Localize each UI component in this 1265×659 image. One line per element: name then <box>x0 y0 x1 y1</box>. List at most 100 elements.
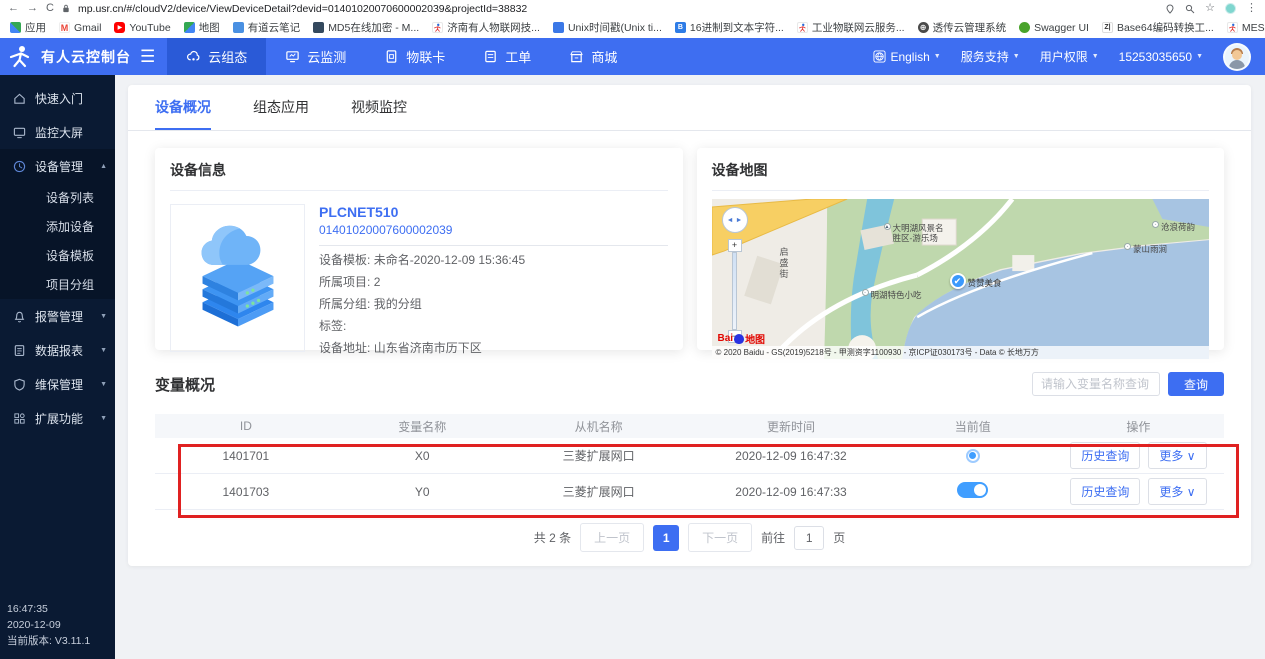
nav-tab-sim[interactable]: 物联卡 <box>365 38 464 75</box>
goto-page-input[interactable] <box>794 526 824 550</box>
tab-device-overview[interactable]: 设备概况 <box>155 85 211 130</box>
more-dropdown-button[interactable]: 更多 ∨ <box>1148 442 1206 469</box>
goto-suffix: 页 <box>833 529 845 546</box>
bookmark-youdao[interactable]: 有道云笔记 <box>233 20 301 35</box>
device-info-title: 设备信息 <box>170 160 668 191</box>
sidebar-item-device-list[interactable]: 设备列表 <box>0 183 115 212</box>
bookmark-iiot[interactable]: 工业物联网云服务... <box>797 20 905 35</box>
swagger-icon <box>1019 22 1030 33</box>
sidebar-footer: 16:47:35 2020-12-09 当前版本: V3.11.1 <box>7 601 90 649</box>
forward-icon[interactable]: → <box>27 3 38 14</box>
tab-scada-app[interactable]: 组态应用 <box>253 85 309 130</box>
sidebar-item-quickstart[interactable]: 快速入门 <box>0 81 115 115</box>
bookmark-maps[interactable]: 地图 <box>184 20 220 35</box>
next-page-button[interactable]: 下一页 <box>688 523 752 552</box>
more-dropdown-button[interactable]: 更多 ∨ <box>1148 478 1206 505</box>
total-count: 共 2 条 <box>534 529 571 546</box>
browser-profile-avatar[interactable] <box>1225 3 1236 14</box>
hex-icon: B <box>675 22 686 33</box>
road-label: 启盛街 <box>778 247 791 280</box>
gmail-icon: M <box>59 22 70 33</box>
history-query-button[interactable]: 历史查询 <box>1070 442 1140 469</box>
unix-timestamp-icon <box>553 22 564 33</box>
chrome-menu-icon[interactable]: ⋮ <box>1246 3 1257 14</box>
bookmark-usr-tech[interactable]: 济南有人物联网技... <box>432 20 540 35</box>
bookmark-youtube[interactable]: ▶YouTube <box>114 22 170 34</box>
device-id[interactable]: 01401020007600002039 <box>319 223 668 246</box>
history-query-button[interactable]: 历史查询 <box>1070 478 1140 505</box>
refresh-icon[interactable]: C <box>46 3 54 14</box>
sidebar-item-project-group[interactable]: 项目分组 <box>0 270 115 299</box>
cell-slave-name: 三菱扩展网口 <box>508 483 690 500</box>
sidebar-item-device-template[interactable]: 设备模板 <box>0 241 115 270</box>
home-icon <box>13 92 26 105</box>
variable-search-input[interactable] <box>1032 372 1160 396</box>
app-title: 有人云控制台 <box>41 47 131 67</box>
sidebar-item-extensions[interactable]: 扩展功能▼ <box>0 401 115 435</box>
md5-icon <box>313 22 324 33</box>
usr-person-icon <box>432 22 443 33</box>
query-button[interactable]: 查询 <box>1168 372 1224 396</box>
work-order-icon <box>483 49 498 64</box>
sidebar-item-maintenance[interactable]: 维保管理▼ <box>0 367 115 401</box>
bookmark-swagger[interactable]: Swagger UI <box>1019 22 1089 34</box>
user-avatar[interactable] <box>1223 43 1251 71</box>
youdao-icon <box>233 22 244 33</box>
support-menu[interactable]: 服务支持▼ <box>961 48 1020 65</box>
monitor-icon <box>285 49 300 64</box>
bookmark-mes[interactable]: MES | 有人物联网 <box>1227 20 1265 35</box>
bookmark-apps[interactable]: 应用 <box>10 20 46 35</box>
account-menu[interactable]: 15253035650▼ <box>1119 50 1203 64</box>
bookmark-md5[interactable]: MD5在线加密 - M... <box>313 20 419 35</box>
nav-tab-workorder[interactable]: 工单 <box>464 38 550 75</box>
chevron-down-icon: ▼ <box>100 313 107 320</box>
back-icon[interactable]: ← <box>8 3 19 14</box>
cell-var-name: Y0 <box>337 485 508 499</box>
bookmark-hex[interactable]: B16进制到文本字符... <box>675 20 784 35</box>
language-selector[interactable]: English▼ <box>873 50 940 64</box>
sidebar-item-bigscreen[interactable]: 监控大屏 <box>0 115 115 149</box>
map-pan-control[interactable]: ◄ ► <box>722 207 748 233</box>
sidebar-item-device-mgmt[interactable]: 设备管理 ▲ <box>0 149 115 183</box>
collapse-menu-icon[interactable]: ☰ <box>140 48 155 65</box>
device-location-marker[interactable]: ✔ <box>950 273 966 289</box>
detail-tabs: 设备概况 组态应用 视频监控 <box>128 85 1251 131</box>
zoom-icon[interactable] <box>1185 4 1195 14</box>
app-navbar: 有人云控制台 ☰ 云组态 云监测 物联卡 工单 商城 English▼ 服务支持… <box>0 38 1265 75</box>
big-screen-icon <box>13 126 26 139</box>
nav-tab-mall[interactable]: 商城 <box>550 38 636 75</box>
baidu-map[interactable]: ▲大明湖风景名胜区-游乐场 ◦沧浪荷韵 ◦蒙山雨涧 ◦明湖特色小吃 启盛街 ✔ … <box>712 199 1210 359</box>
star-bookmark-icon[interactable]: ☆ <box>1205 3 1215 14</box>
value-toggle-on[interactable] <box>957 482 988 498</box>
value-radio-indicator[interactable] <box>966 449 980 463</box>
poi-zanzan: 赞赞美食 <box>968 277 1002 289</box>
language-globe-icon <box>873 50 886 63</box>
bookmark-base64[interactable]: Z|Base64编码转换工... <box>1102 20 1214 35</box>
cell-updated: 2020-12-09 16:47:33 <box>689 485 892 499</box>
lock-icon <box>62 4 70 13</box>
map-zoom-in-button[interactable]: + <box>728 239 742 252</box>
bookmark-gmail[interactable]: MGmail <box>59 22 101 34</box>
sidebar-item-add-device[interactable]: 添加设备 <box>0 212 115 241</box>
nav-tab-monitor[interactable]: 云监测 <box>266 38 365 75</box>
baidu-paw-icon <box>734 334 744 344</box>
prev-page-button[interactable]: 上一页 <box>580 523 644 552</box>
maps-icon <box>184 22 195 33</box>
permission-menu[interactable]: 用户权限▼ <box>1040 48 1099 65</box>
sidebar-item-alarm[interactable]: 报警管理▼ <box>0 299 115 333</box>
sidebar: 快速入门 监控大屏 设备管理 ▲ 设备列表 添加设备 设备模板 项目分组 报警管… <box>0 75 115 659</box>
sidebar-item-report[interactable]: 数据报表▼ <box>0 333 115 367</box>
device-name[interactable]: PLCNET510 <box>319 204 668 220</box>
extensions-grid-icon <box>13 412 26 425</box>
map-zoom-slider[interactable] <box>732 252 737 330</box>
cloud-icon <box>186 49 201 64</box>
url-text[interactable]: mp.usr.cn/#/cloudV2/device/ViewDeviceDet… <box>78 3 527 15</box>
bookmark-passthrough[interactable]: ⊕透传云管理系统 <box>918 20 1007 35</box>
bookmark-unix[interactable]: Unix时间戳(Unix ti... <box>553 20 662 35</box>
tab-video-monitor[interactable]: 视频监控 <box>351 85 407 130</box>
nav-tab-scada[interactable]: 云组态 <box>167 38 266 75</box>
device-map-title: 设备地图 <box>712 160 1210 191</box>
location-pin-icon[interactable] <box>1165 4 1175 14</box>
page-number-active[interactable]: 1 <box>653 525 679 551</box>
cell-id: 1401701 <box>155 449 337 463</box>
